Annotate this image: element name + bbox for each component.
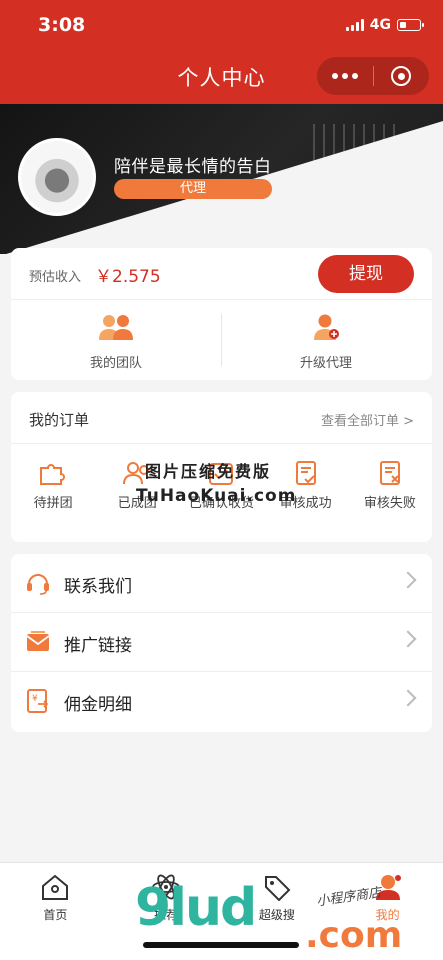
- top-bar: 3:08 4G 个人中心: [0, 0, 443, 104]
- target-icon: [391, 66, 412, 86]
- order-status-label: 审核失败: [363, 496, 416, 511]
- income-label: 预估收入: [29, 270, 82, 285]
- upgrade-agent-button[interactable]: 升级代理: [221, 300, 431, 380]
- income-card: 预估收入 ￥2.575 提现 我的团队 升级代理: [11, 248, 432, 380]
- network-type: 4G: [369, 17, 391, 33]
- share-link-icon: [25, 629, 51, 659]
- orders-header: 我的订单 查看全部订单 >: [11, 392, 432, 444]
- home-indicator: [143, 942, 299, 948]
- chevron-right-icon: [399, 630, 417, 648]
- view-all-orders-link[interactable]: 查看全部订单 >: [321, 410, 414, 429]
- headset-icon: [25, 570, 51, 600]
- role-badge: 代理: [114, 179, 272, 199]
- order-status-pending-group[interactable]: 待拼团: [11, 460, 95, 520]
- promotion-link-row[interactable]: 推广链接: [11, 613, 432, 672]
- audit-fail-icon: [348, 460, 432, 486]
- more-dots-icon: [331, 73, 358, 79]
- orders-title: 我的订单: [29, 411, 90, 429]
- commission-icon: ¥: [25, 688, 51, 718]
- menu-label: 推广链接: [64, 636, 132, 656]
- watermark-brand: 9lud: [135, 878, 257, 938]
- income-value: ￥2.575: [95, 267, 161, 287]
- watermark-url: TuHaoKuai.com: [136, 486, 297, 506]
- audit-success-icon: [264, 460, 348, 486]
- avatar[interactable]: [18, 138, 96, 216]
- more-button[interactable]: [317, 57, 373, 95]
- status-icons: 4G: [345, 17, 424, 33]
- chevron-right-icon: [399, 689, 417, 707]
- menu-list: 联系我们 推广链接 ¥ 佣金明细: [11, 554, 432, 732]
- team-icon: [97, 312, 135, 346]
- menu-label: 联系我们: [64, 577, 132, 597]
- user-nickname: 陪伴是最长情的告白: [114, 157, 272, 177]
- menu-label: 佣金明细: [64, 695, 132, 715]
- battery-icon: [397, 19, 424, 31]
- signal-icon: [345, 19, 364, 31]
- watermark-brand-suffix: .com: [305, 915, 403, 956]
- chevron-right-icon: [399, 571, 417, 589]
- order-status-audit-failed[interactable]: 审核失败: [348, 460, 432, 520]
- status-time: 3:08: [38, 14, 86, 36]
- agent-upgrade-icon: [311, 312, 341, 346]
- withdraw-button[interactable]: 提现: [318, 255, 414, 293]
- contact-us-row[interactable]: 联系我们: [11, 554, 432, 613]
- shortcut-label: 升级代理: [299, 356, 352, 371]
- miniprogram-capsule: [317, 57, 429, 95]
- home-icon: [40, 873, 70, 905]
- my-team-button[interactable]: 我的团队: [11, 300, 221, 380]
- svg-text:¥: ¥: [32, 694, 38, 704]
- tab-label: 首页: [43, 908, 68, 922]
- commission-detail-row[interactable]: ¥ 佣金明细: [11, 672, 432, 731]
- profile-banner: 陪伴是最长情的告白 代理: [0, 104, 443, 254]
- tag-icon: [262, 873, 292, 905]
- close-miniprogram-button[interactable]: [374, 57, 430, 95]
- order-status-label: 待拼团: [33, 496, 73, 511]
- tab-home[interactable]: 首页: [0, 863, 111, 960]
- puzzle-icon: [11, 460, 95, 486]
- income-row: 预估收入 ￥2.575 提现: [11, 248, 432, 300]
- shortcut-label: 我的团队: [89, 356, 142, 371]
- watermark-text: 图片压缩免费版: [145, 462, 272, 481]
